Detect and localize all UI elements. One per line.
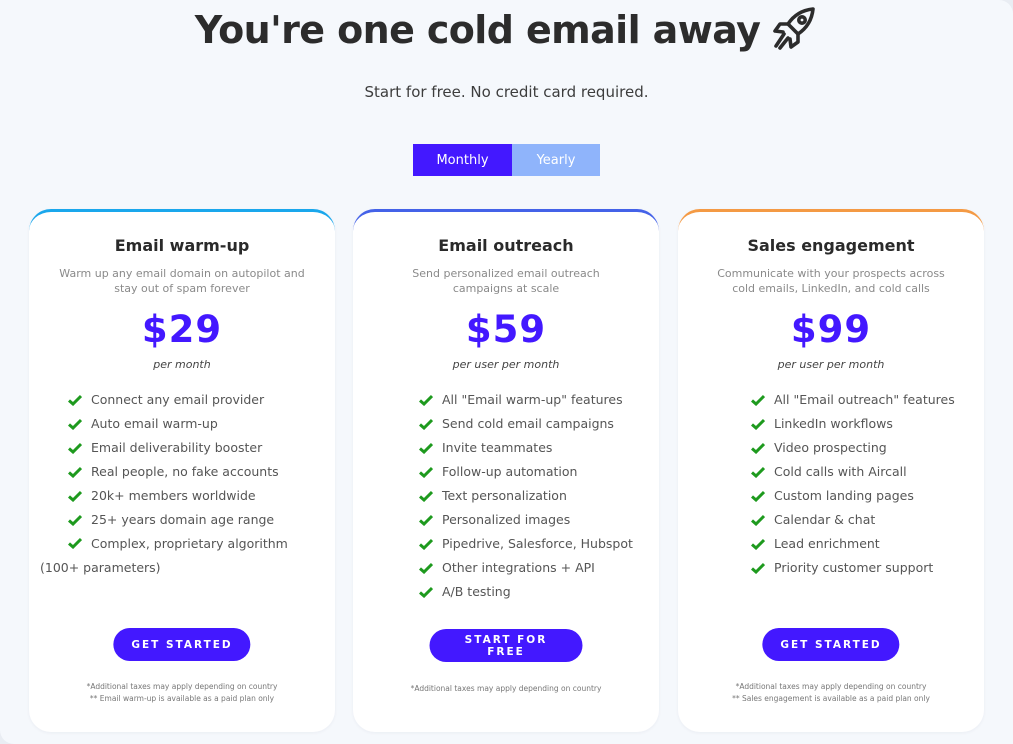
feature-item: Priority customer support bbox=[751, 558, 974, 582]
check-icon bbox=[751, 418, 765, 430]
plan-period: per user per month bbox=[777, 358, 885, 371]
feature-item: Personalized images bbox=[419, 510, 649, 534]
feature-item: Connect any email provider bbox=[68, 390, 315, 414]
check-icon bbox=[751, 562, 765, 574]
check-icon bbox=[751, 442, 765, 454]
plan-card-email-warmup: Email warm-up Warm up any email domain o… bbox=[29, 209, 335, 732]
feature-list: All "Email outreach" features LinkedIn w… bbox=[751, 390, 974, 582]
feature-item: Other integrations + API bbox=[419, 558, 649, 582]
check-icon bbox=[751, 514, 765, 526]
feature-item: Pipedrive, Salesforce, Hubspot bbox=[419, 534, 649, 558]
feature-item: A/B testing bbox=[419, 582, 649, 606]
check-icon bbox=[68, 490, 82, 502]
plan-price: $99 bbox=[790, 308, 872, 351]
check-icon bbox=[68, 537, 82, 549]
check-icon bbox=[419, 442, 433, 454]
check-icon bbox=[419, 394, 433, 406]
feature-item: Video prospecting bbox=[751, 438, 974, 462]
tax-note: *Additional taxes may apply depending on… bbox=[86, 682, 278, 691]
check-icon bbox=[68, 418, 82, 430]
card-accent-bar bbox=[678, 209, 984, 239]
feature-item: Send cold email campaigns bbox=[419, 414, 649, 438]
check-icon bbox=[419, 538, 433, 550]
feature-list: Connect any email provider Auto email wa… bbox=[40, 390, 315, 580]
pricing-page: You're one cold email away Start for fre… bbox=[0, 0, 1013, 744]
tax-note: *Additional taxes may apply depending on… bbox=[735, 682, 927, 691]
plan-notes: *Additional taxes may apply depending on… bbox=[678, 681, 984, 705]
plan-price: $59 bbox=[465, 308, 547, 351]
paid-plan-note: ** Sales engagement is available as a pa… bbox=[732, 694, 930, 703]
plan-notes: *Additional taxes may apply depending on… bbox=[29, 681, 335, 705]
paid-plan-note: ** Email warm-up is available as a paid … bbox=[89, 694, 275, 703]
plan-name: Sales engagement bbox=[747, 236, 915, 255]
check-icon bbox=[419, 514, 433, 526]
feature-item: 20k+ members worldwide bbox=[68, 486, 315, 510]
plan-period: per user per month bbox=[452, 358, 560, 371]
check-icon bbox=[419, 586, 433, 598]
page-title: You're one cold email away bbox=[0, 7, 1013, 52]
feature-item: All "Email warm-up" features bbox=[419, 390, 649, 414]
feature-item: Email deliverability booster bbox=[68, 438, 315, 462]
page-title-text: You're one cold email away bbox=[194, 8, 761, 52]
check-icon bbox=[751, 490, 765, 502]
check-icon bbox=[419, 466, 433, 478]
card-accent-bar bbox=[29, 209, 335, 239]
feature-item: Auto email warm-up bbox=[68, 414, 315, 438]
check-icon bbox=[751, 538, 765, 550]
plan-notes: *Additional taxes may apply depending on… bbox=[353, 683, 659, 695]
check-icon bbox=[751, 466, 765, 478]
billing-period-toggle: Monthly Yearly bbox=[413, 144, 600, 176]
feature-item: Calendar & chat bbox=[751, 510, 974, 534]
get-started-button[interactable]: GET STARTED bbox=[762, 628, 900, 661]
feature-item: 25+ years domain age range bbox=[68, 510, 315, 534]
feature-item: Text personalization bbox=[419, 486, 649, 510]
check-icon bbox=[419, 562, 433, 574]
feature-item: Invite teammates bbox=[419, 438, 649, 462]
card-accent-bar bbox=[353, 209, 659, 239]
plan-description: Communicate with your prospects across c… bbox=[717, 267, 945, 295]
feature-list: All "Email warm-up" features Send cold e… bbox=[419, 390, 649, 606]
plan-price: $29 bbox=[141, 308, 223, 351]
check-icon bbox=[68, 442, 82, 454]
check-icon bbox=[419, 490, 433, 502]
toggle-yearly[interactable]: Yearly bbox=[512, 144, 600, 176]
feature-item: Complex, proprietary algorithm (100+ par… bbox=[40, 536, 288, 575]
check-icon bbox=[68, 466, 82, 478]
check-icon bbox=[419, 418, 433, 430]
check-icon bbox=[751, 394, 765, 406]
plan-name: Email outreach bbox=[438, 236, 574, 255]
feature-item: Real people, no fake accounts bbox=[68, 462, 315, 486]
plan-card-sales-engagement: Sales engagement Communicate with your p… bbox=[678, 209, 984, 732]
feature-item: Lead enrichment bbox=[751, 534, 974, 558]
plan-card-email-outreach: Email outreach Send personalized email o… bbox=[353, 209, 659, 732]
rocket-icon bbox=[773, 7, 816, 50]
feature-item: All "Email outreach" features bbox=[751, 390, 974, 414]
plan-period: per month bbox=[153, 358, 211, 371]
plan-name: Email warm-up bbox=[114, 236, 250, 255]
plan-description: Warm up any email domain on autopilot an… bbox=[59, 267, 305, 295]
feature-item: Cold calls with Aircall bbox=[751, 462, 974, 486]
tax-note: *Additional taxes may apply depending on… bbox=[410, 684, 602, 693]
check-icon bbox=[68, 394, 82, 406]
start-for-free-button[interactable]: START FOR FREE bbox=[429, 629, 583, 662]
get-started-button[interactable]: GET STARTED bbox=[113, 628, 251, 661]
toggle-monthly[interactable]: Monthly bbox=[413, 144, 512, 176]
feature-item: LinkedIn workflows bbox=[751, 414, 974, 438]
feature-item: Custom landing pages bbox=[751, 486, 974, 510]
page-subtitle: Start for free. No credit card required. bbox=[364, 83, 649, 101]
plan-description: Send personalized email outreach campaig… bbox=[412, 267, 600, 295]
feature-item: Follow-up automation bbox=[419, 462, 649, 486]
check-icon bbox=[68, 514, 82, 526]
